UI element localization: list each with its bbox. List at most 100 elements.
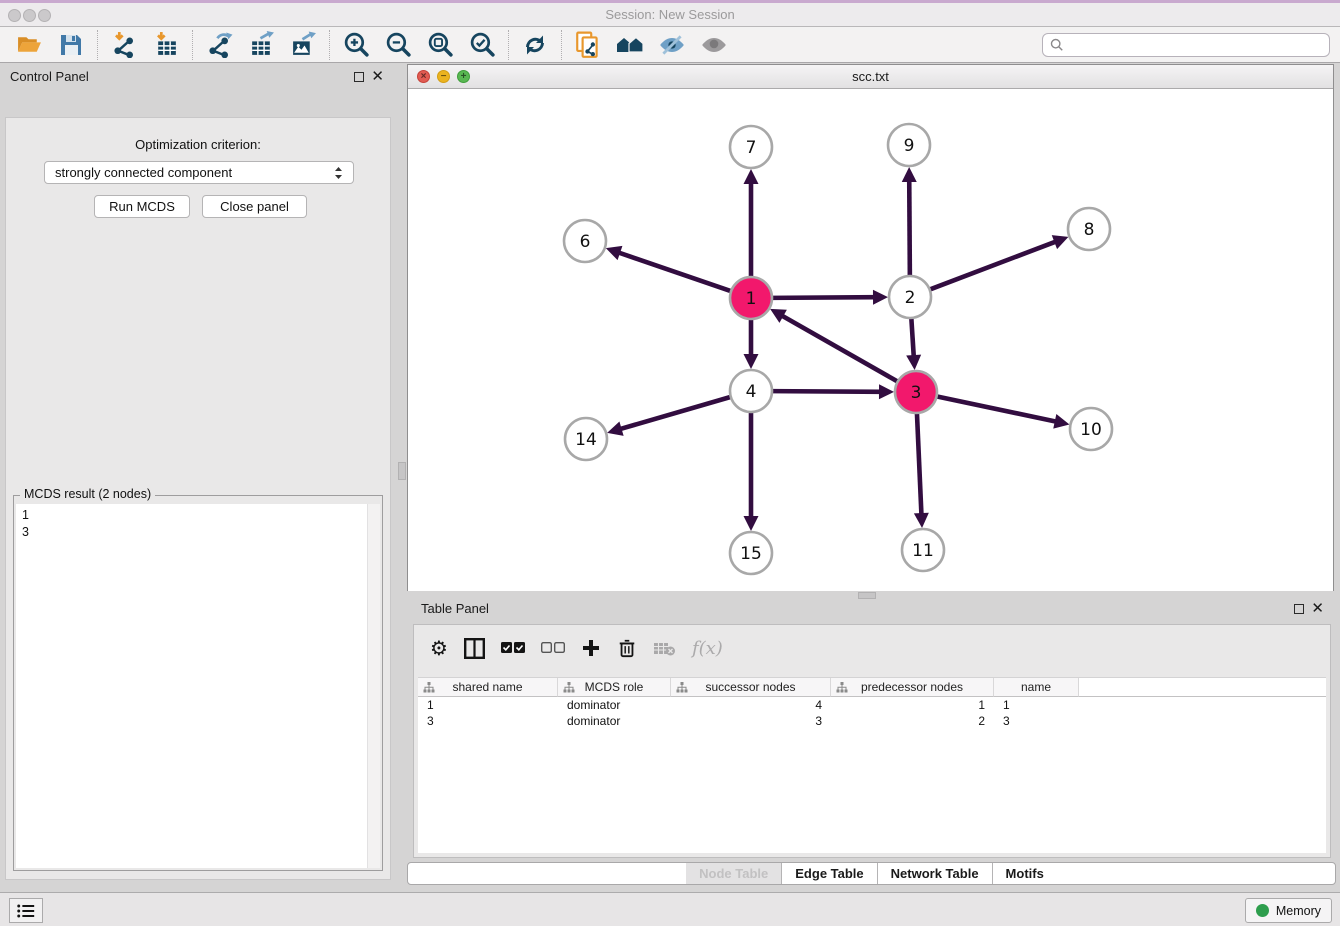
toolbar-separator — [97, 30, 98, 60]
zoom-in-icon[interactable] — [335, 29, 377, 61]
column-header-name[interactable]: name — [994, 678, 1079, 697]
toolbar-separator — [508, 30, 509, 60]
column-panel-icon[interactable] — [464, 638, 485, 659]
node-table-container: ⚙ f(x) shared nameMCDS rolesuccessor nod — [413, 624, 1331, 858]
network-canvas[interactable]: 7 9 6 8 1 2 4 3 14 10 15 11 — [408, 89, 1333, 591]
export-image-icon[interactable] — [282, 29, 324, 61]
memory-status-dot — [1256, 904, 1269, 917]
open-folder-icon[interactable] — [8, 29, 50, 61]
edge-1-4[interactable] — [744, 319, 759, 369]
close-table-panel-icon[interactable]: ✕ — [1311, 599, 1324, 617]
zoom-fit-icon[interactable] — [419, 29, 461, 61]
edge-1-2[interactable] — [772, 290, 888, 305]
node-label: 1 — [746, 289, 757, 309]
home-icon[interactable] — [609, 29, 651, 61]
mcds-panel: Optimization criterion: strongly connect… — [5, 117, 391, 880]
edge-4-15[interactable] — [744, 412, 759, 531]
node-label: 7 — [746, 138, 757, 158]
close-panel-button[interactable]: Close panel — [202, 195, 307, 218]
edge-2-3[interactable] — [906, 318, 921, 370]
export-network-icon[interactable] — [198, 29, 240, 61]
tab-motifs[interactable]: Motifs — [992, 863, 1057, 884]
node-15[interactable]: 15 — [730, 532, 772, 574]
import-network-icon[interactable] — [103, 29, 145, 61]
node-10[interactable]: 10 — [1070, 408, 1112, 450]
tab-network-table[interactable]: Network Table — [877, 863, 992, 884]
memory-button[interactable]: Memory — [1245, 898, 1332, 923]
import-table-icon[interactable] — [145, 29, 187, 61]
table-cell: dominator — [558, 697, 671, 713]
hide-eye-icon[interactable] — [651, 29, 693, 61]
edge-1-7[interactable] — [744, 169, 759, 277]
column-type-icon — [423, 682, 435, 693]
network-file-icon[interactable] — [567, 29, 609, 61]
node-1[interactable]: 1 — [730, 277, 772, 319]
delete-table-icon-disabled — [653, 641, 676, 656]
refresh-icon[interactable] — [514, 29, 556, 61]
result-scrollbar[interactable] — [367, 504, 380, 868]
tab-node-table[interactable]: Node Table — [686, 863, 781, 884]
node-14[interactable]: 14 — [565, 418, 607, 460]
node-8[interactable]: 8 — [1068, 208, 1110, 250]
task-history-icon[interactable] — [9, 898, 43, 923]
edge-4-3[interactable] — [772, 384, 894, 399]
node-4[interactable]: 4 — [730, 370, 772, 412]
node-11[interactable]: 11 — [902, 529, 944, 571]
float-table-panel-icon[interactable] — [1294, 604, 1304, 614]
node-3[interactable]: 3 — [895, 371, 937, 413]
node-6[interactable]: 6 — [564, 220, 606, 262]
vertical-splitter[interactable] — [398, 462, 406, 480]
table-cell: 3 — [418, 713, 558, 729]
edge-3-1[interactable] — [770, 309, 898, 382]
column-header-successor-nodes[interactable]: successor nodes — [671, 678, 831, 697]
run-mcds-button[interactable]: Run MCDS — [94, 195, 190, 218]
network-view-window: × − + scc.txt 7 9 6 8 1 2 4 3 14 10 15 11 — [407, 64, 1334, 591]
table-settings-gear-icon[interactable]: ⚙ — [430, 636, 448, 660]
delete-trash-icon[interactable] — [617, 637, 637, 659]
edge-4-14[interactable] — [607, 397, 731, 436]
table-row[interactable]: 1dominator411 — [418, 697, 1326, 713]
edge-3-11[interactable] — [914, 413, 929, 528]
toolbar-separator — [329, 30, 330, 60]
column-type-icon — [836, 682, 848, 693]
node-label: 2 — [905, 288, 916, 308]
table-cell: 3 — [671, 713, 831, 729]
search-icon — [1050, 38, 1064, 52]
node-label: 9 — [904, 136, 915, 156]
close-panel-icon[interactable]: ✕ — [371, 67, 384, 85]
tab-edge-table[interactable]: Edge Table — [781, 863, 876, 884]
column-header-predecessor-nodes[interactable]: predecessor nodes — [831, 678, 994, 697]
window-title: Session: New Session — [0, 7, 1340, 22]
node-label: 14 — [575, 430, 597, 450]
mcds-result-text: 1 3 — [16, 504, 380, 868]
edge-2-8[interactable] — [930, 235, 1069, 289]
edge-2-9[interactable] — [902, 167, 917, 276]
search-field — [1042, 33, 1330, 57]
column-header-shared-name[interactable]: shared name — [418, 678, 558, 697]
optimization-criterion-label: Optimization criterion: — [6, 137, 390, 152]
zoom-out-icon[interactable] — [377, 29, 419, 61]
window-titlebar: Session: New Session — [0, 0, 1340, 27]
network-window-titlebar[interactable]: × − + scc.txt — [408, 65, 1333, 89]
zoom-selected-icon[interactable] — [461, 29, 503, 61]
edge-3-10[interactable] — [937, 396, 1070, 428]
search-input[interactable] — [1070, 37, 1322, 53]
add-column-icon[interactable] — [581, 638, 601, 658]
node-9[interactable]: 9 — [888, 124, 930, 166]
optimization-criterion-select[interactable]: strongly connected component — [44, 161, 354, 184]
node-2[interactable]: 2 — [889, 276, 931, 318]
export-table-icon[interactable] — [240, 29, 282, 61]
float-panel-icon[interactable] — [354, 72, 364, 82]
main-toolbar — [0, 27, 1340, 63]
edge-1-6[interactable] — [606, 246, 731, 291]
node-label: 15 — [740, 544, 762, 564]
table-row[interactable]: 3dominator323 — [418, 713, 1326, 729]
deselect-all-columns-icon[interactable] — [541, 642, 565, 654]
column-header-MCDS-role[interactable]: MCDS role — [558, 678, 671, 697]
mcds-result-group: MCDS result (2 nodes) 1 3 — [13, 495, 383, 871]
show-eye-icon[interactable] — [693, 29, 735, 61]
node-7[interactable]: 7 — [730, 126, 772, 168]
save-icon[interactable] — [50, 29, 92, 61]
table-cell: dominator — [558, 713, 671, 729]
select-all-columns-icon[interactable] — [501, 642, 525, 654]
